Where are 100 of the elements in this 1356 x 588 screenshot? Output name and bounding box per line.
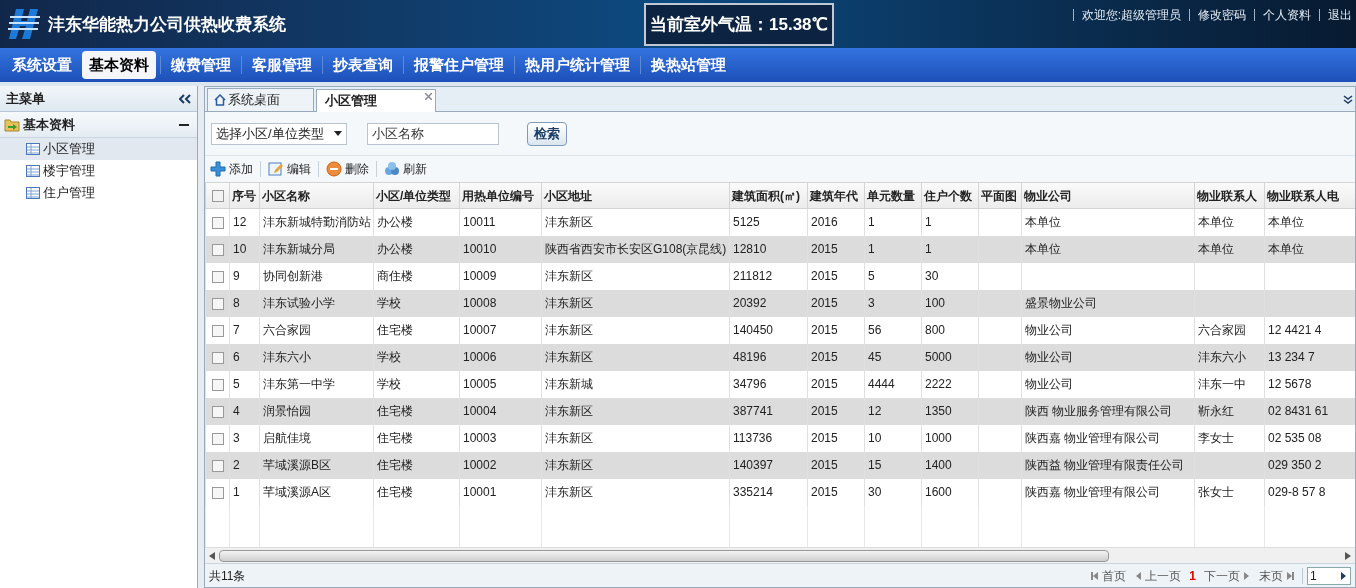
- column-header[interactable]: 单元数量: [864, 182, 922, 209]
- row-checkbox[interactable]: [211, 459, 224, 472]
- column-header[interactable]: 用热单位编号: [459, 182, 542, 209]
- table-cell: 45: [868, 350, 882, 364]
- toolbar-button[interactable]: 编辑: [267, 160, 312, 178]
- sidebar-item[interactable]: 楼宇管理: [0, 160, 197, 182]
- table-cell: 沣东新区: [545, 215, 593, 230]
- row-checkbox[interactable]: [211, 217, 224, 230]
- table-cell: 8: [233, 296, 240, 310]
- table-cell: 10009: [463, 269, 497, 283]
- toolbar-button[interactable]: 刷新: [383, 160, 428, 178]
- table-cell: 沣东新区: [545, 485, 593, 499]
- nav-tab[interactable]: 报警住户管理: [406, 51, 512, 79]
- column-header[interactable]: 建筑面积(㎡): [729, 182, 808, 209]
- table-cell: 211812: [733, 269, 773, 283]
- row-checkbox[interactable]: [211, 351, 224, 364]
- home-icon: [214, 94, 226, 106]
- table-cell: 住宅楼: [377, 485, 413, 499]
- column-header[interactable]: 小区地址: [541, 182, 730, 209]
- table-cell: 56: [868, 323, 882, 337]
- page-input[interactable]: 1: [1308, 566, 1338, 585]
- type-select[interactable]: 选择小区/单位类型: [211, 122, 347, 145]
- table-cell: 1400: [925, 458, 952, 472]
- column-header[interactable]: 物业联系人: [1194, 182, 1265, 209]
- collapse-icon[interactable]: [179, 93, 191, 104]
- row-checkbox[interactable]: [211, 243, 224, 256]
- sidebar-item[interactable]: 住户管理: [0, 182, 197, 204]
- column-header[interactable]: 物业联系人电: [1264, 182, 1355, 209]
- scroll-left-icon[interactable]: [209, 551, 215, 560]
- nav-tab[interactable]: 换热站管理: [643, 51, 734, 79]
- row-checkbox[interactable]: [211, 486, 224, 499]
- table-icon: [26, 165, 40, 177]
- table-cell: 沣东第一中学: [263, 377, 335, 391]
- nav-tab[interactable]: 基本资料: [82, 51, 156, 79]
- header-link[interactable]: 欢迎您:超级管理员: [1081, 6, 1181, 24]
- pager-button[interactable]: 首页: [1087, 566, 1131, 585]
- select-all-checkbox[interactable]: [211, 190, 224, 203]
- table-cell: 10002: [463, 458, 497, 472]
- table-cell: 10004: [463, 404, 497, 418]
- page-tab[interactable]: 系统桌面: [207, 88, 314, 111]
- nav-tab[interactable]: 客服管理: [244, 51, 320, 79]
- chevron-down-icon[interactable]: [1343, 95, 1353, 105]
- go-icon[interactable]: [1338, 570, 1348, 581]
- table-cell: 1: [233, 485, 240, 499]
- table-cell: 2015: [811, 350, 838, 364]
- sidebar-group[interactable]: 基本资料: [0, 112, 197, 138]
- nav-tab[interactable]: 缴费管理: [163, 51, 239, 79]
- column-header[interactable]: 建筑年代: [807, 182, 865, 209]
- table-cell: 物业公司: [1025, 350, 1073, 364]
- table-cell: 029-8 57 8: [1268, 485, 1326, 499]
- row-checkbox[interactable]: [211, 432, 224, 445]
- row-checkbox[interactable]: [211, 270, 224, 283]
- row-checkbox[interactable]: [211, 378, 224, 391]
- row-checkbox[interactable]: [211, 297, 224, 310]
- name-field[interactable]: 小区名称: [367, 122, 499, 145]
- table-cell: 12: [233, 215, 247, 230]
- header-link[interactable]: 退出: [1328, 6, 1352, 24]
- row-checkbox[interactable]: [211, 405, 224, 418]
- table-cell: 12 4421 4: [1268, 323, 1322, 337]
- column-header[interactable]: 物业公司: [1021, 182, 1195, 209]
- nav-tab[interactable]: 热用户统计管理: [517, 51, 638, 79]
- sidebar-title: 主菜单: [6, 89, 45, 108]
- header-link[interactable]: 个人资料: [1263, 6, 1311, 24]
- pager-button[interactable]: 末页: [1255, 566, 1298, 585]
- toolbar-button[interactable]: 删除: [325, 160, 370, 178]
- column-header[interactable]: 住户个数: [921, 182, 979, 209]
- page-tab[interactable]: 小区管理: [316, 89, 436, 112]
- table-cell: 靳永红: [1198, 404, 1234, 418]
- table-cell: 物业公司: [1025, 377, 1073, 391]
- pager-button[interactable]: 上一页: [1130, 566, 1186, 585]
- group-label: 基本资料: [23, 115, 76, 134]
- nav-tab[interactable]: 系统设置: [4, 51, 80, 79]
- table-cell: 2016: [811, 215, 838, 230]
- table-cell: 沣东试验小学: [263, 296, 335, 310]
- table-cell: 1: [925, 215, 932, 230]
- scrollbar-thumb[interactable]: [219, 549, 1109, 562]
- table-cell: 2015: [811, 377, 838, 391]
- nav-tab[interactable]: 抄表查询: [325, 51, 401, 79]
- app-title: 沣东华能热力公司供热收费系统: [48, 14, 287, 36]
- sidebar-item[interactable]: 小区管理: [0, 138, 197, 160]
- row-checkbox[interactable]: [211, 324, 224, 337]
- table-cell: 本单位: [1198, 242, 1234, 256]
- table-cell: 2015: [811, 485, 838, 499]
- column-header[interactable]: 平面图: [978, 182, 1022, 209]
- column-header[interactable]: 小区/单位类型: [373, 182, 460, 209]
- column-header[interactable]: 小区名称: [259, 182, 374, 209]
- search-button[interactable]: 检索: [527, 121, 567, 146]
- column-header[interactable]: 序号: [229, 182, 260, 209]
- scroll-right-icon[interactable]: [1345, 551, 1351, 560]
- current-page: 1: [1188, 567, 1197, 585]
- table-cell: 5125: [733, 215, 760, 230]
- toolbar-button[interactable]: 添加: [209, 160, 254, 178]
- page-field[interactable]: 1: [1307, 566, 1351, 585]
- pager-button[interactable]: 下一页: [1200, 566, 1255, 585]
- table-cell: 沣东一中: [1198, 377, 1246, 391]
- header-link[interactable]: 修改密码: [1198, 6, 1246, 24]
- table-cell: 芊域溪源A区: [263, 485, 331, 499]
- horizontal-scrollbar[interactable]: [205, 547, 1355, 563]
- table-cell: 沣东新区: [545, 458, 593, 472]
- close-icon[interactable]: [425, 93, 432, 100]
